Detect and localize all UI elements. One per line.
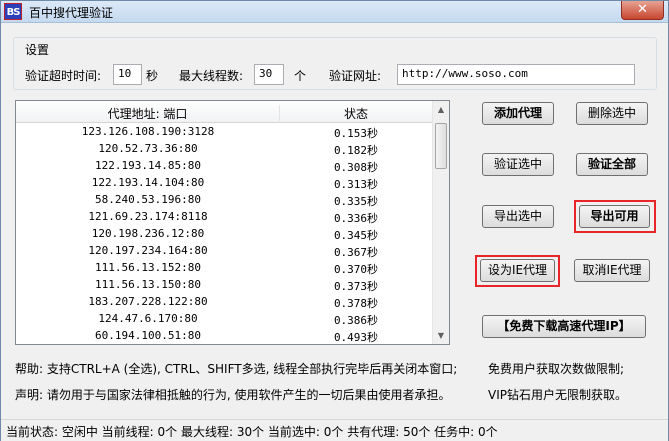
vertical-scrollbar[interactable]: ▲ ▼ bbox=[432, 101, 449, 344]
status-bar: 当前状态: 空闲中 当前线程: 0个 最大线程: 30个 当前选中: 0个 共有… bbox=[1, 419, 668, 441]
proxy-latency: 0.493秒 bbox=[333, 331, 379, 344]
table-row[interactable]: 120.198.236.12:80 0.345秒 bbox=[16, 226, 432, 243]
proxy-address: 121.69.23.174:8118 bbox=[88, 210, 208, 223]
table-row[interactable]: 122.193.14.85:80 0.308秒 bbox=[16, 158, 432, 175]
proxy-latency: 0.313秒 bbox=[333, 178, 379, 191]
proxy-address: 124.47.6.170:80 bbox=[98, 312, 198, 325]
scroll-down-icon[interactable]: ▼ bbox=[433, 327, 449, 344]
proxy-address: 120.52.73.36:80 bbox=[98, 142, 198, 155]
proxy-latency: 0.370秒 bbox=[333, 263, 379, 276]
threads-input[interactable]: 30 bbox=[254, 64, 284, 85]
scroll-thumb[interactable] bbox=[435, 123, 447, 169]
help-text: 帮助: 支持CTRL+A (全选), CTRL、SHIFT多选, 线程全部执行完… bbox=[15, 362, 458, 376]
proxy-latency: 0.345秒 bbox=[333, 229, 379, 242]
scroll-up-icon[interactable]: ▲ bbox=[433, 101, 449, 118]
proxy-latency: 0.336秒 bbox=[333, 212, 379, 225]
window-title: 百中搜代理验证 bbox=[29, 6, 114, 20]
proxy-address: 122.193.14.104:80 bbox=[91, 176, 205, 189]
table-row[interactable]: 58.240.53.196:80 0.335秒 bbox=[16, 192, 432, 209]
url-label: 验证网址: bbox=[329, 69, 382, 83]
set-ie-proxy-button[interactable]: 设为IE代理 bbox=[480, 259, 555, 282]
proxy-address: 111.56.13.150:80 bbox=[95, 278, 201, 291]
column-header-status[interactable]: 状态 bbox=[280, 105, 432, 122]
proxy-address: 120.197.234.164:80 bbox=[88, 244, 208, 257]
proxy-latency: 0.367秒 bbox=[333, 246, 379, 259]
verify-selected-button[interactable]: 验证选中 bbox=[482, 153, 554, 176]
proxy-list[interactable]: 代理地址: 端口 状态 123.126.108.190:3128 0.153秒 12… bbox=[15, 100, 450, 345]
proxy-address: 122.193.14.85:80 bbox=[95, 159, 201, 172]
table-row[interactable]: 111.56.13.150:80 0.373秒 bbox=[16, 277, 432, 294]
timeout-label: 验证超时时间: bbox=[25, 69, 102, 83]
table-row[interactable]: 120.52.73.36:80 0.182秒 bbox=[16, 141, 432, 158]
threads-label: 最大线程数: bbox=[179, 69, 244, 83]
free-user-note: 免费用户获取次数做限制; bbox=[488, 362, 625, 376]
vip-user-note: VIP钻石用户无限制获取。 bbox=[488, 388, 627, 402]
timeout-input[interactable]: 10 bbox=[113, 64, 142, 85]
close-button[interactable]: ✕ bbox=[621, 1, 664, 20]
table-row[interactable]: 123.126.108.190:3128 0.153秒 bbox=[16, 124, 432, 141]
verify-all-button[interactable]: 验证全部 bbox=[576, 153, 648, 176]
url-input[interactable]: http://www.soso.com bbox=[397, 64, 635, 85]
proxy-address: 120.198.236.12:80 bbox=[91, 227, 205, 240]
table-row[interactable]: 183.207.228.122:80 0.378秒 bbox=[16, 294, 432, 311]
table-row[interactable]: 120.197.234.164:80 0.367秒 bbox=[16, 243, 432, 260]
status-text: 当前状态: 空闲中 当前线程: 0个 最大线程: 30个 当前选中: 0个 共有… bbox=[6, 425, 498, 439]
timeout-unit: 秒 bbox=[146, 69, 159, 83]
title-bar[interactable]: BS 百中搜代理验证 ✕ bbox=[1, 1, 668, 23]
proxy-latency: 0.335秒 bbox=[333, 195, 379, 208]
column-header-address[interactable]: 代理地址: 端口 bbox=[16, 105, 280, 121]
proxy-list-rows: 123.126.108.190:3128 0.153秒 120.52.73.36:8… bbox=[16, 124, 432, 344]
export-selected-button[interactable]: 导出选中 bbox=[482, 205, 554, 228]
proxy-address: 111.56.13.152:80 bbox=[95, 261, 201, 274]
table-row[interactable]: 60.194.100.51:80 0.493秒 bbox=[16, 328, 432, 344]
app-logo-icon: BS bbox=[4, 3, 22, 20]
export-available-button[interactable]: 导出可用 bbox=[579, 205, 650, 228]
add-proxy-button[interactable]: 添加代理 bbox=[482, 102, 554, 125]
proxy-latency: 0.182秒 bbox=[333, 144, 379, 157]
proxy-address: 123.126.108.190:3128 bbox=[81, 125, 215, 138]
table-row[interactable]: 122.193.14.104:80 0.313秒 bbox=[16, 175, 432, 192]
proxy-list-header: 代理地址: 端口 状态 bbox=[16, 101, 432, 123]
proxy-address: 183.207.228.122:80 bbox=[88, 295, 208, 308]
proxy-address: 58.240.53.196:80 bbox=[95, 193, 201, 206]
settings-group-label: 设置 bbox=[23, 41, 52, 58]
cancel-ie-proxy-button[interactable]: 取消IE代理 bbox=[574, 259, 650, 282]
table-row[interactable]: 121.69.23.174:8118 0.336秒 bbox=[16, 209, 432, 226]
table-row[interactable]: 124.47.6.170:80 0.386秒 bbox=[16, 311, 432, 328]
proxy-latency: 0.373秒 bbox=[333, 280, 379, 293]
download-proxy-button[interactable]: 【免费下载高速代理IP】 bbox=[482, 315, 646, 338]
proxy-latency: 0.308秒 bbox=[333, 161, 379, 174]
proxy-latency: 0.386秒 bbox=[333, 314, 379, 327]
disclaimer-text: 声明: 请勿用于与国家法律相抵触的行为, 使用软件产生的一切后果由使用者承担。 bbox=[15, 388, 451, 402]
app-window: BS 百中搜代理验证 ✕ 设置 验证超时时间: 10 秒 最大线程数: 30 个… bbox=[0, 0, 669, 441]
table-row[interactable]: 111.56.13.152:80 0.370秒 bbox=[16, 260, 432, 277]
proxy-latency: 0.153秒 bbox=[333, 127, 379, 140]
delete-selected-button[interactable]: 删除选中 bbox=[576, 102, 648, 125]
proxy-address: 60.194.100.51:80 bbox=[95, 329, 201, 342]
threads-unit: 个 bbox=[294, 69, 307, 83]
proxy-latency: 0.378秒 bbox=[333, 297, 379, 310]
